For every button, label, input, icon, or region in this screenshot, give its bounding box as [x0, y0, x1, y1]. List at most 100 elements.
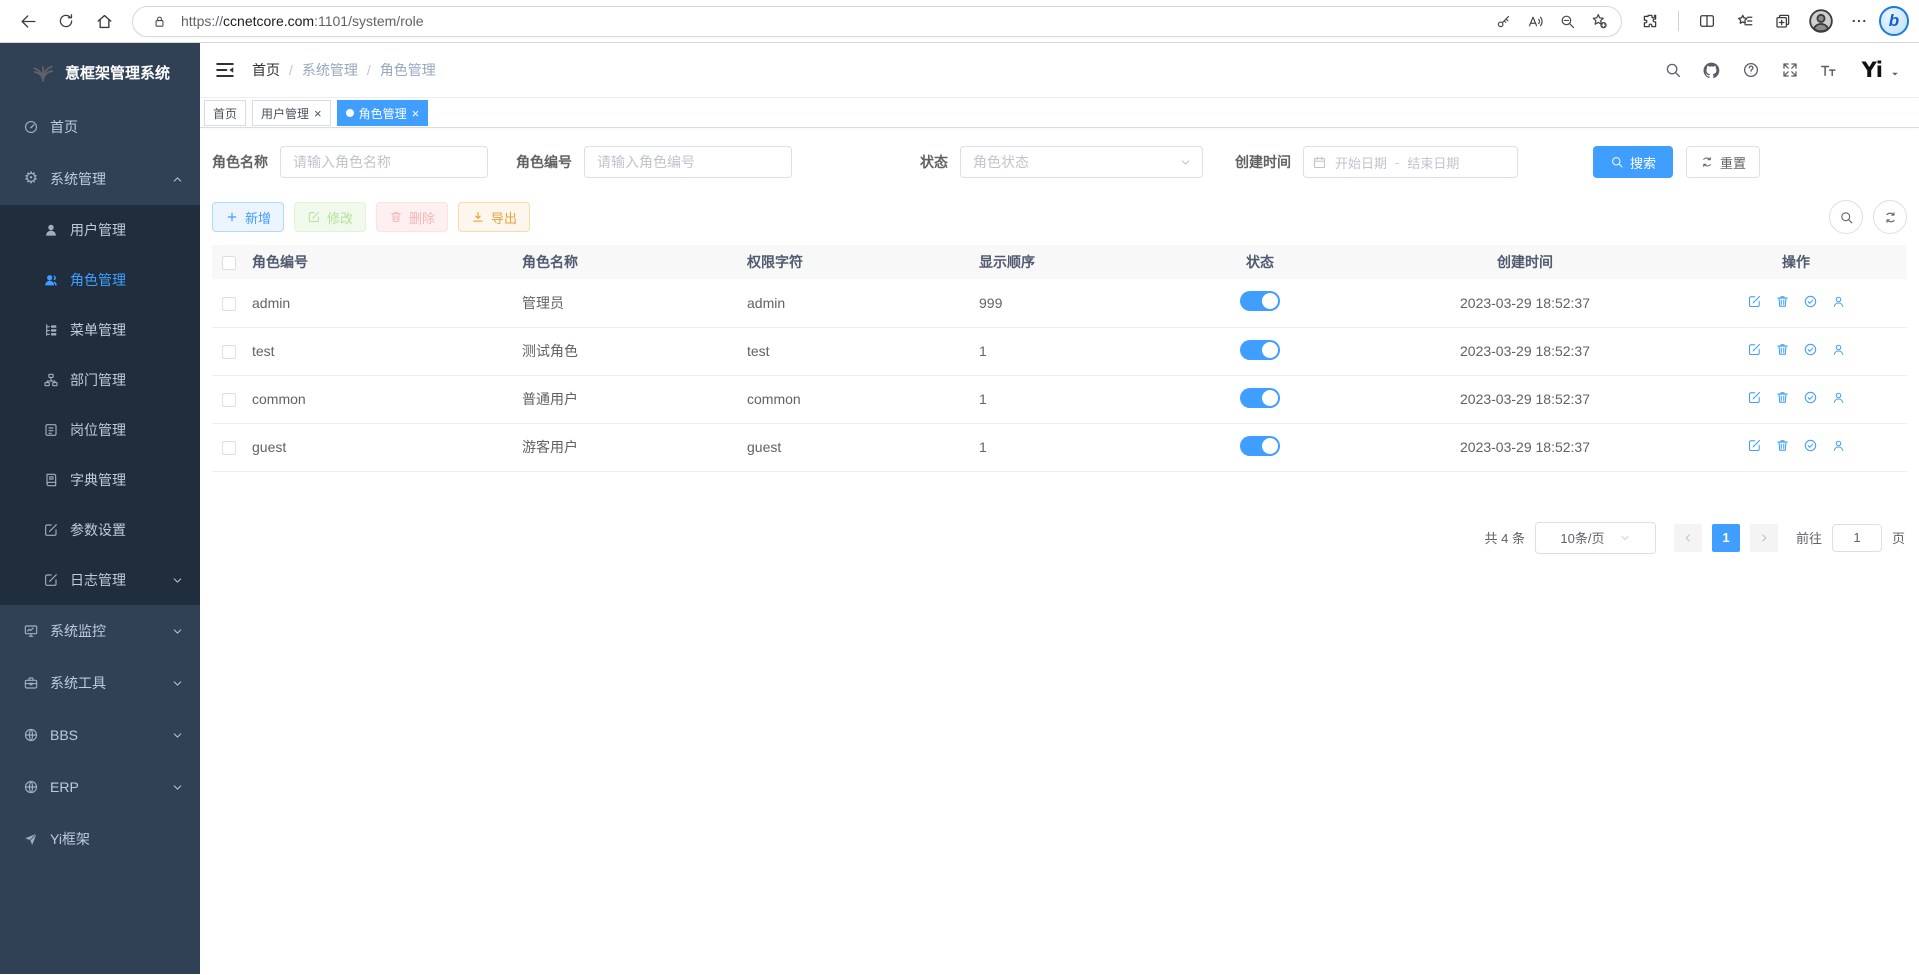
refresh-button[interactable]: [48, 5, 84, 37]
page-number-button[interactable]: 1: [1712, 524, 1740, 552]
toolbar-divider: [1678, 11, 1679, 31]
column-header-code: 角色编号: [242, 245, 512, 279]
assign-user-icon[interactable]: [1831, 390, 1846, 405]
tab-user-mgmt[interactable]: 用户管理 ×: [252, 100, 331, 126]
tab-role-mgmt[interactable]: 角色管理 ×: [337, 100, 429, 126]
lock-icon[interactable]: [143, 7, 175, 35]
cell-role-perm: admin: [737, 279, 969, 327]
close-tab-icon[interactable]: ×: [412, 107, 420, 120]
status-toggle[interactable]: [1240, 436, 1280, 456]
status-toggle[interactable]: [1240, 340, 1280, 360]
check-circle-icon[interactable]: [1803, 390, 1818, 405]
status-select-placeholder: 角色状态: [973, 152, 1029, 172]
sidebar-item-erp[interactable]: ERP: [0, 761, 200, 813]
sidebar-toggle-button[interactable]: [214, 59, 236, 81]
sidebar-item-user-mgmt[interactable]: 用户管理: [0, 205, 200, 255]
fullscreen-icon[interactable]: [1774, 54, 1806, 86]
user-icon: [42, 221, 60, 239]
font-size-icon[interactable]: [1813, 54, 1845, 86]
next-page-button[interactable]: [1750, 524, 1778, 552]
caret-down-icon[interactable]: [1889, 68, 1901, 80]
edit-icon[interactable]: [1747, 294, 1762, 309]
assign-user-icon[interactable]: [1831, 342, 1846, 357]
role-name-input[interactable]: [280, 146, 488, 178]
github-icon[interactable]: [1696, 54, 1728, 86]
status-toggle[interactable]: [1240, 388, 1280, 408]
role-code-input[interactable]: [584, 146, 792, 178]
url-text[interactable]: https://ccnetcore.com:1101/system/role: [181, 13, 1487, 29]
sidebar-item-home[interactable]: 首页: [0, 101, 200, 153]
row-checkbox[interactable]: [222, 441, 236, 455]
breadcrumb-home[interactable]: 首页: [252, 60, 280, 80]
edit-icon[interactable]: [1747, 438, 1762, 453]
bing-chat-icon[interactable]: b: [1879, 6, 1909, 36]
search-icon[interactable]: [1657, 54, 1689, 86]
page-size-select[interactable]: 10条/页: [1535, 522, 1656, 554]
assign-user-icon[interactable]: [1831, 294, 1846, 309]
add-button-label: 新增: [245, 208, 271, 227]
assign-user-icon[interactable]: [1831, 438, 1846, 453]
date-range-picker[interactable]: 开始日期 - 结束日期: [1303, 146, 1518, 178]
delete-icon[interactable]: [1775, 438, 1790, 453]
cell-role-code: guest: [242, 423, 512, 471]
status-toggle[interactable]: [1240, 291, 1280, 311]
collections-icon[interactable]: [1765, 5, 1801, 37]
edit-icon[interactable]: [1747, 342, 1762, 357]
sidebar-item-system-mgmt[interactable]: ⚙ 系统管理: [0, 153, 200, 205]
cell-role-order: 1: [969, 423, 1155, 471]
zoom-out-icon[interactable]: [1551, 7, 1583, 35]
password-key-icon[interactable]: [1487, 7, 1519, 35]
home-button[interactable]: [86, 5, 122, 37]
back-button[interactable]: [10, 5, 46, 37]
add-button[interactable]: 新增: [212, 202, 284, 232]
delete-button[interactable]: 删除: [376, 202, 448, 232]
sidebar-item-system-monitor[interactable]: 系统监控: [0, 605, 200, 657]
sidebar-item-system-tools[interactable]: 系统工具: [0, 657, 200, 709]
search-button[interactable]: 搜索: [1593, 146, 1673, 178]
check-circle-icon[interactable]: [1803, 294, 1818, 309]
cell-role-name: 测试角色: [512, 327, 737, 375]
delete-icon[interactable]: [1775, 390, 1790, 405]
sidebar-item-yi-framework[interactable]: Yi框架: [0, 813, 200, 865]
sidebar-item-dept-mgmt[interactable]: 部门管理: [0, 355, 200, 405]
row-checkbox[interactable]: [222, 345, 236, 359]
tab-home[interactable]: 首页: [204, 100, 246, 126]
delete-icon[interactable]: [1775, 294, 1790, 309]
favorites-icon[interactable]: [1727, 5, 1763, 37]
close-tab-icon[interactable]: ×: [314, 107, 322, 120]
check-circle-icon[interactable]: [1803, 438, 1818, 453]
select-all-checkbox[interactable]: [222, 256, 236, 270]
row-checkbox[interactable]: [222, 393, 236, 407]
sidebar-item-menu-mgmt[interactable]: 菜单管理: [0, 305, 200, 355]
cell-role-order: 999: [969, 279, 1155, 327]
modify-button[interactable]: 修改: [294, 202, 366, 232]
add-favorite-icon[interactable]: [1583, 7, 1615, 35]
export-button[interactable]: 导出: [458, 202, 530, 232]
toggle-search-button[interactable]: [1829, 200, 1863, 234]
edit-icon[interactable]: [1747, 390, 1762, 405]
sidebar-item-dict-mgmt[interactable]: 字典管理: [0, 455, 200, 505]
goto-page-input[interactable]: [1832, 524, 1882, 552]
sidebar-item-log-mgmt[interactable]: 日志管理: [0, 555, 200, 605]
profile-avatar[interactable]: [1803, 5, 1839, 37]
cell-role-perm: common: [737, 375, 969, 423]
table-row: guest 游客用户 guest 1 2023-03-29 18:52:37: [212, 423, 1907, 471]
row-checkbox[interactable]: [222, 297, 236, 311]
delete-icon[interactable]: [1775, 342, 1790, 357]
split-screen-icon[interactable]: [1689, 5, 1725, 37]
address-bar[interactable]: https://ccnetcore.com:1101/system/role: [132, 6, 1622, 37]
prev-page-button[interactable]: [1674, 524, 1702, 552]
more-menu-icon[interactable]: [1841, 5, 1877, 37]
browser-essentials-icon[interactable]: [1632, 5, 1668, 37]
read-aloud-icon[interactable]: [1519, 7, 1551, 35]
sidebar-item-post-mgmt[interactable]: 岗位管理: [0, 405, 200, 455]
status-select[interactable]: 角色状态: [960, 146, 1203, 178]
reset-button[interactable]: 重置: [1686, 146, 1760, 178]
sidebar-item-param-settings[interactable]: 参数设置: [0, 505, 200, 555]
user-avatar-logo[interactable]: Yi: [1862, 58, 1882, 82]
check-circle-icon[interactable]: [1803, 342, 1818, 357]
help-icon[interactable]: [1735, 54, 1767, 86]
sidebar-item-bbs[interactable]: BBS: [0, 709, 200, 761]
refresh-table-button[interactable]: [1873, 200, 1907, 234]
sidebar-item-role-mgmt[interactable]: 角色管理: [0, 255, 200, 305]
